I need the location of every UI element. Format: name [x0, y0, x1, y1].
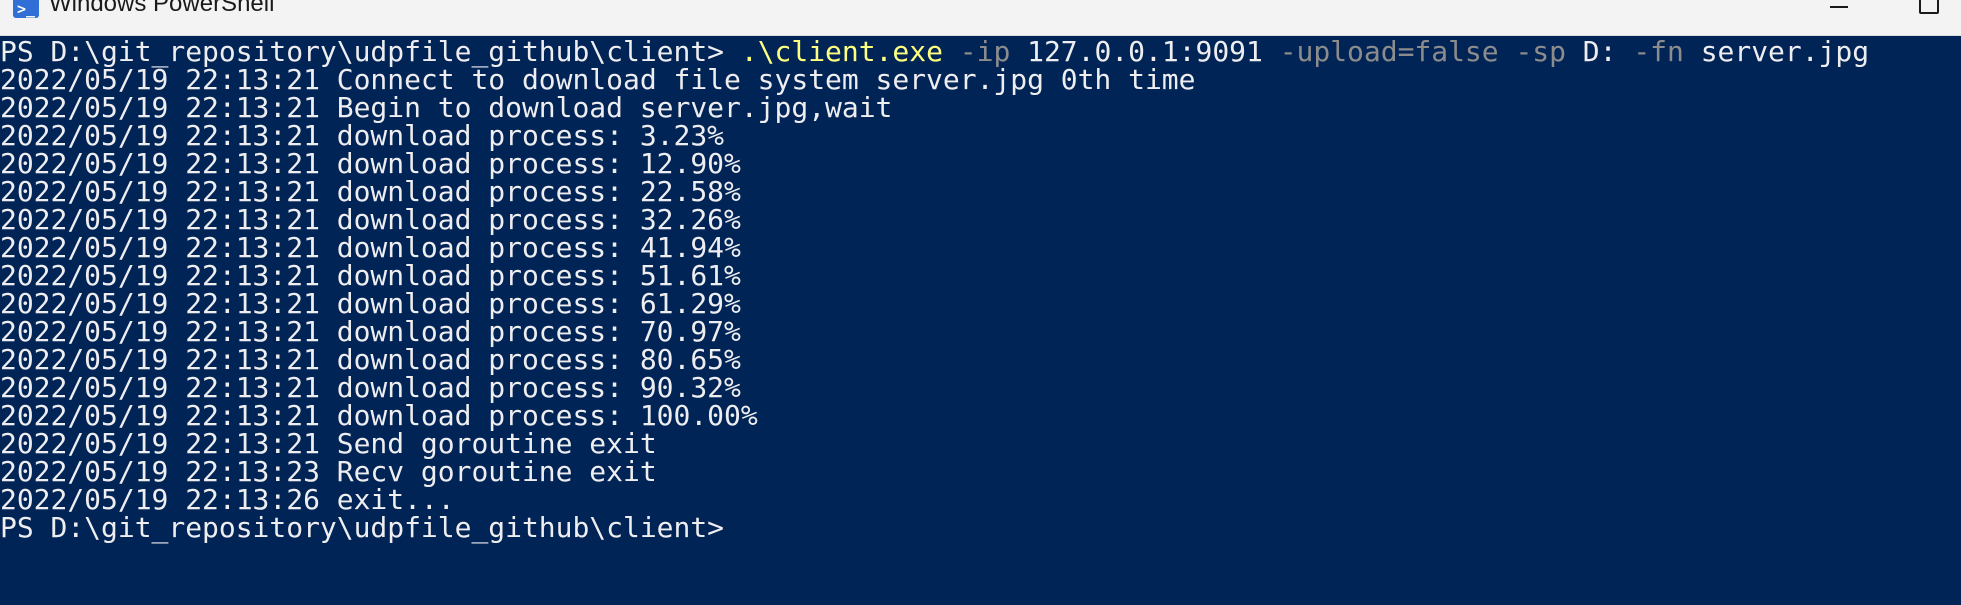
output-line: 2022/05/19 22:13:21 download process: 70… — [0, 315, 741, 348]
output-line: 2022/05/19 22:13:21 download process: 51… — [0, 259, 741, 292]
output-line: 2022/05/19 22:13:21 download process: 61… — [0, 287, 741, 320]
command-line: PS D:\git_repository\udpfile_github\clie… — [0, 38, 1869, 66]
output-line: 2022/05/19 22:13:26 exit... — [0, 483, 455, 516]
command-value-fn: server.jpg — [1700, 36, 1870, 68]
output-line: 2022/05/19 22:13:21 download process: 10… — [0, 399, 758, 432]
output-line: 2022/05/19 22:13:21 download process: 90… — [0, 371, 741, 404]
output-line: 2022/05/19 22:13:21 download process: 22… — [0, 175, 741, 208]
output-line: 2022/05/19 22:13:21 download process: 32… — [0, 203, 741, 236]
output-line: 2022/05/19 22:13:23 Recv goroutine exit — [0, 455, 657, 488]
powershell-icon: >_ — [13, 0, 39, 18]
minimize-icon — [1830, 6, 1848, 8]
command-value-sp: D: — [1582, 36, 1617, 68]
output-line: 2022/05/19 22:13:21 Connect to download … — [0, 63, 1196, 96]
output-line: 2022/05/19 22:13:21 download process: 12… — [0, 147, 741, 180]
output-line: 2022/05/19 22:13:21 download process: 41… — [0, 231, 741, 264]
title-bar[interactable]: >_ Windows PowerShell — [0, 0, 1961, 36]
window-title: Windows PowerShell — [49, 0, 275, 17]
command-param-fn: -fn — [1633, 36, 1684, 68]
output-line: 2022/05/19 22:13:21 download process: 3.… — [0, 119, 725, 152]
command-param-upload: -upload=false — [1279, 36, 1499, 68]
console-area[interactable]: PS D:\git_repository\udpfile_github\clie… — [0, 36, 1961, 605]
maximize-button[interactable] — [1905, 0, 1953, 30]
command-param-sp: -sp — [1515, 36, 1566, 68]
output-line: 2022/05/19 22:13:21 Send goroutine exit — [0, 427, 657, 460]
minimize-button[interactable] — [1813, 0, 1861, 30]
output-line: 2022/05/19 22:13:21 Begin to download se… — [0, 91, 893, 124]
final-prompt[interactable]: PS D:\git_repository\udpfile_github\clie… — [0, 514, 724, 542]
output-line: 2022/05/19 22:13:21 download process: 80… — [0, 343, 741, 376]
powershell-window: >_ Windows PowerShell PS D:\git_reposito… — [0, 0, 1961, 605]
maximize-icon — [1919, 0, 1939, 14]
